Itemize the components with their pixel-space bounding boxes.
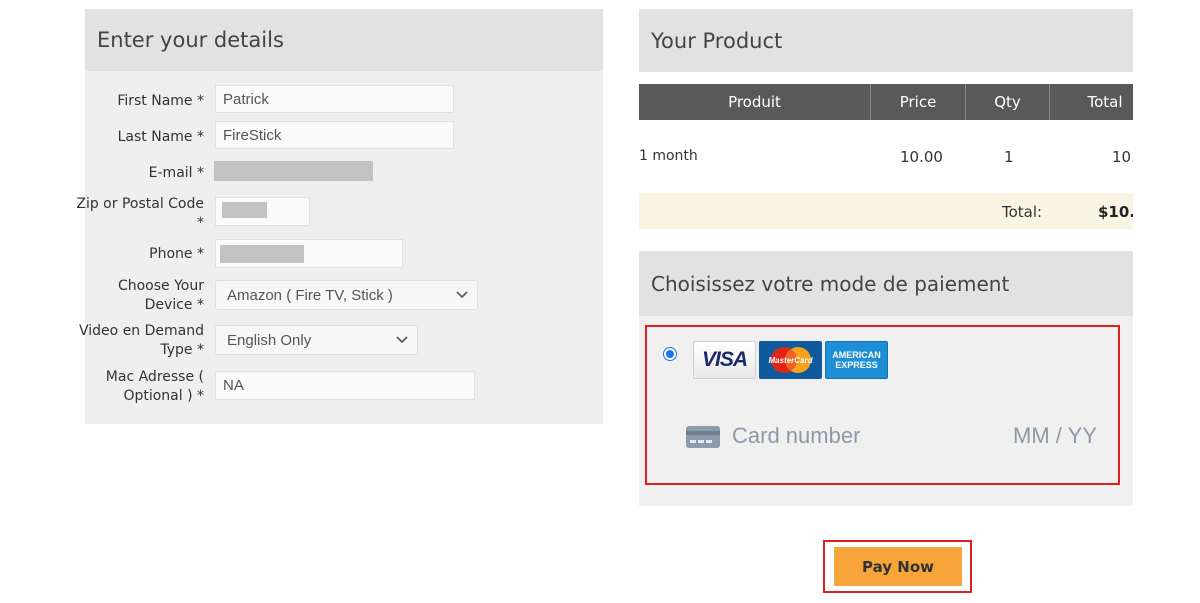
email-label: E-mail *	[148, 165, 204, 181]
device-select-value: Amazon ( Fire TV, Stick )	[227, 286, 393, 304]
zip-label-line1: Zip or Postal Code	[76, 196, 204, 212]
phone-input[interactable]	[215, 239, 403, 268]
col-produit: Produit	[639, 84, 871, 120]
mac-input[interactable]: NA	[215, 371, 475, 400]
card-number-field[interactable]: Card number MM / YY	[686, 422, 1101, 452]
amex-logo: AMERICAN EXPRESS	[825, 341, 888, 379]
product-table-header: Produit Price Qty Total	[639, 84, 1133, 120]
device-select[interactable]: Amazon ( Fire TV, Stick )	[215, 280, 478, 310]
card-payment-radio[interactable]	[663, 347, 677, 361]
pay-now-button[interactable]: Pay Now	[834, 547, 962, 586]
row-product: 1 month	[639, 148, 698, 164]
credit-card-icon	[686, 426, 720, 448]
expiry-placeholder[interactable]: MM / YY	[1013, 423, 1097, 449]
zip-redacted	[222, 202, 267, 218]
vod-select[interactable]: English Only	[215, 325, 418, 355]
amex-logo-text-line1: AMERICAN	[832, 350, 881, 360]
zip-input[interactable]	[215, 197, 310, 226]
row-price: 10.00	[900, 148, 943, 166]
first-name-input[interactable]: Patrick	[215, 85, 454, 113]
chevron-down-icon	[396, 336, 408, 344]
col-qty: Qty	[966, 84, 1050, 120]
device-label-line1: Choose Your	[117, 278, 204, 294]
device-label-line2: Device *	[144, 297, 204, 313]
details-heading: Enter your details	[85, 9, 603, 71]
last-name-label: Last Name *	[117, 129, 204, 145]
visa-logo: VISA	[693, 341, 756, 379]
total-label: Total:	[1002, 203, 1043, 221]
row-qty: 1	[1004, 148, 1014, 166]
details-panel: Enter your details First Name * Patrick …	[76, 9, 603, 424]
last-name-input[interactable]: FireStick	[215, 121, 454, 149]
vod-label-line1: Video en Demand	[79, 323, 204, 339]
phone-label: Phone *	[149, 246, 204, 262]
total-value: $10.0	[1098, 203, 1133, 221]
payment-heading: Choisissez votre mode de paiement	[639, 251, 1133, 316]
mastercard-logo: MasterCard	[759, 341, 822, 379]
vod-label-line2: Type *	[160, 342, 204, 358]
mac-label-line1: Mac Adresse (	[105, 369, 204, 385]
mac-label-line2: Optional ) *	[123, 388, 204, 404]
row-total: 10.	[1112, 148, 1133, 166]
zip-label-line2: *	[197, 215, 204, 231]
visa-logo-text: VISA	[701, 348, 748, 371]
total-bar: Total: $10.0	[639, 193, 1133, 229]
phone-redacted	[220, 245, 304, 263]
product-heading: Your Product	[639, 9, 1133, 72]
card-number-placeholder: Card number	[732, 423, 861, 448]
col-total: Total	[1087, 93, 1123, 111]
amex-logo-text-line2: EXPRESS	[835, 360, 878, 370]
mastercard-logo-text: MasterCard	[768, 355, 813, 365]
email-input-redacted[interactable]	[214, 161, 373, 181]
first-name-label: First Name *	[117, 93, 204, 109]
vod-select-value: English Only	[227, 331, 312, 349]
chevron-down-icon	[456, 291, 468, 299]
col-price: Price	[871, 84, 966, 120]
